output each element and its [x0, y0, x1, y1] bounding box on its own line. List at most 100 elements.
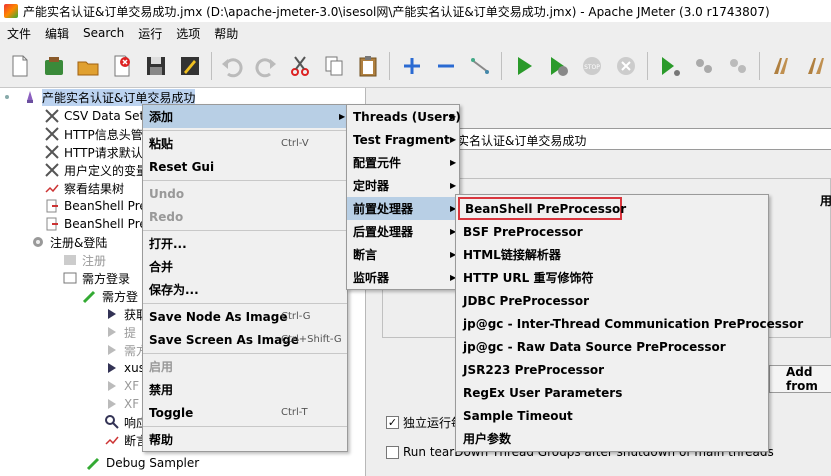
clear-icon[interactable]: [766, 50, 798, 82]
toolbar: STOP: [0, 46, 831, 88]
menu-item-sample-timeout[interactable]: Sample Timeout: [456, 404, 768, 427]
remote-shutdown-icon[interactable]: [722, 50, 754, 82]
tree-node[interactable]: 需方登: [82, 287, 138, 305]
window-title: 产能实名认证&订单交易成功.jmx (D:\apache-jmeter-3.0\…: [23, 4, 770, 19]
tree-node[interactable]: 需方登录: [62, 269, 130, 287]
menu-item-merge[interactable]: 合并: [143, 255, 347, 278]
menu-item-save-node-image[interactable]: Save Node As Image Ctrl-G: [143, 305, 347, 328]
tree-node[interactable]: HTTP信息头管: [44, 125, 143, 143]
menu-item-disable[interactable]: 禁用: [143, 378, 347, 401]
menu-item-user-parameters[interactable]: 用户参数: [456, 427, 768, 450]
cut-icon[interactable]: [284, 50, 316, 82]
stop-icon[interactable]: STOP: [576, 50, 608, 82]
menu-edit[interactable]: 编辑: [38, 25, 76, 42]
svg-text:STOP: STOP: [584, 64, 600, 71]
independent-run-option[interactable]: ✓ 独立运行每: [386, 414, 463, 431]
menu-item-assertion[interactable]: 断言 ▶: [347, 243, 459, 266]
name-field[interactable]: 实名认证&订单交易成功: [452, 128, 831, 150]
tree-node[interactable]: 注册&登陆: [30, 233, 107, 251]
open-icon[interactable]: [72, 50, 104, 82]
menu-file[interactable]: 文件: [0, 25, 38, 42]
tree-node[interactable]: 注册: [62, 251, 106, 269]
menu-help[interactable]: 帮助: [207, 25, 245, 42]
tree-node[interactable]: 用户定义的变量: [44, 161, 148, 179]
close-file-icon[interactable]: [106, 50, 138, 82]
sampler-icon: [104, 324, 120, 340]
tree-node[interactable]: BeanShell Pre: [44, 197, 147, 215]
menu-item-save-screen-image[interactable]: Save Screen As Image Ctrl+Shift-G: [143, 328, 347, 351]
menu-item-test-fragment[interactable]: Test Fragment ▶: [347, 128, 459, 151]
checkbox-checked-icon[interactable]: ✓: [386, 416, 399, 429]
menu-item-jdbc-preprocessor[interactable]: JDBC PreProcessor: [456, 289, 768, 312]
remote-start-icon[interactable]: [654, 50, 686, 82]
pipette-icon: [82, 288, 98, 304]
shutdown-icon[interactable]: [610, 50, 642, 82]
remote-stop-icon[interactable]: [688, 50, 720, 82]
tree-node[interactable]: HTTP请求默认: [44, 143, 143, 161]
menu-item-raw-data-source[interactable]: jp@gc - Raw Data Source PreProcessor: [456, 335, 768, 358]
menu-item-threads[interactable]: Threads (Users) ▶: [347, 105, 461, 128]
menu-item-toggle[interactable]: Toggle Ctrl-T: [143, 401, 347, 424]
tree-node[interactable]: 察看结果树: [44, 179, 124, 197]
toggle-icon[interactable]: [464, 50, 496, 82]
clear-all-icon[interactable]: [800, 50, 831, 82]
menu-item-jsr223-preprocessor[interactable]: JSR223 PreProcessor: [456, 358, 768, 381]
menu-item-http-url-rewriter[interactable]: HTTP URL 重写修饰符: [456, 266, 768, 289]
menu-item-undo[interactable]: Undo: [143, 182, 347, 205]
expanded-toggle-icon[interactable]: [2, 89, 18, 105]
menu-item-postprocessor[interactable]: 后置处理器 ▶: [347, 220, 459, 243]
start-no-timers-icon[interactable]: [542, 50, 574, 82]
menu-item-redo[interactable]: Redo: [143, 205, 347, 228]
tree-node[interactable]: xus: [104, 359, 145, 377]
tree-node[interactable]: CSV Data Set: [44, 107, 144, 125]
menu-item-regex-user-params[interactable]: RegEx User Parameters: [456, 381, 768, 404]
menu-item-html-link-parser[interactable]: HTML链接解析器: [456, 243, 768, 266]
add-from-button[interactable]: Add from: [769, 365, 831, 393]
start-icon[interactable]: [508, 50, 540, 82]
paste-icon[interactable]: [352, 50, 384, 82]
disabled-controller-icon: [62, 252, 78, 268]
pipette-icon: [86, 455, 102, 471]
submenu-arrow-icon: ▶: [450, 181, 457, 190]
tree-node[interactable]: BeanShell Pre: [44, 215, 147, 233]
menu-run[interactable]: 运行: [131, 25, 169, 42]
add-submenu: Threads (Users) ▶ Test Fragment ▶ 配置元件 ▶ 定时…: [346, 104, 461, 290]
menu-item-listener[interactable]: 监听器 ▶: [347, 266, 459, 289]
preprocessor-submenu: BeanShell PreProcessor BSF PreProcessor …: [455, 194, 803, 452]
templates-icon[interactable]: [38, 50, 70, 82]
menu-item-reset-gui[interactable]: Reset Gui: [143, 155, 347, 178]
tree-node[interactable]: Debug Sampler: [86, 454, 199, 472]
tree-node[interactable]: XF: [104, 395, 139, 413]
menu-item-beanshell-preprocessor[interactable]: BeanShell PreProcessor: [458, 197, 626, 220]
menu-item-open[interactable]: 打开...: [143, 232, 347, 255]
sampler-icon: [104, 342, 120, 358]
tree-node[interactable]: 提: [104, 323, 136, 341]
context-menu: 添加 ▶ 粘贴 Ctrl-V Reset Gui Undo Redo 打开... 合…: [142, 104, 348, 452]
menu-options[interactable]: 选项: [169, 25, 207, 42]
menu-item-paste[interactable]: 粘贴 Ctrl-V: [143, 132, 347, 155]
thread-group-icon: [30, 234, 46, 250]
chart-icon: [104, 432, 120, 448]
checkbox-icon[interactable]: [386, 445, 399, 459]
save-icon[interactable]: [140, 50, 172, 82]
submenu-arrow-icon: ▶: [450, 135, 457, 144]
menu-item-inter-thread-preprocessor[interactable]: jp@gc - Inter-Thread Communication PrePr…: [456, 312, 803, 335]
menu-item-help[interactable]: 帮助: [143, 428, 347, 451]
copy-icon[interactable]: [318, 50, 350, 82]
sampler-icon: [104, 378, 120, 394]
menu-item-save-as[interactable]: 保存为...: [143, 278, 347, 301]
save-graphics-icon[interactable]: [174, 50, 206, 82]
menu-item-bsf-preprocessor[interactable]: BSF PreProcessor: [456, 220, 768, 243]
redo-icon[interactable]: [250, 50, 282, 82]
menu-item-preprocessor[interactable]: 前置处理器 ▶: [347, 197, 459, 220]
menu-item-enable[interactable]: 启用: [143, 355, 347, 378]
menu-item-config-element[interactable]: 配置元件 ▶: [347, 151, 459, 174]
menu-item-timer[interactable]: 定时器 ▶: [347, 174, 459, 197]
menu-item-add[interactable]: 添加 ▶: [143, 105, 347, 128]
collapse-all-icon[interactable]: [430, 50, 462, 82]
new-icon[interactable]: [4, 50, 36, 82]
undo-icon[interactable]: [216, 50, 248, 82]
menu-search[interactable]: Search: [76, 26, 131, 40]
tree-node[interactable]: XF: [104, 377, 139, 395]
expand-all-icon[interactable]: [396, 50, 428, 82]
